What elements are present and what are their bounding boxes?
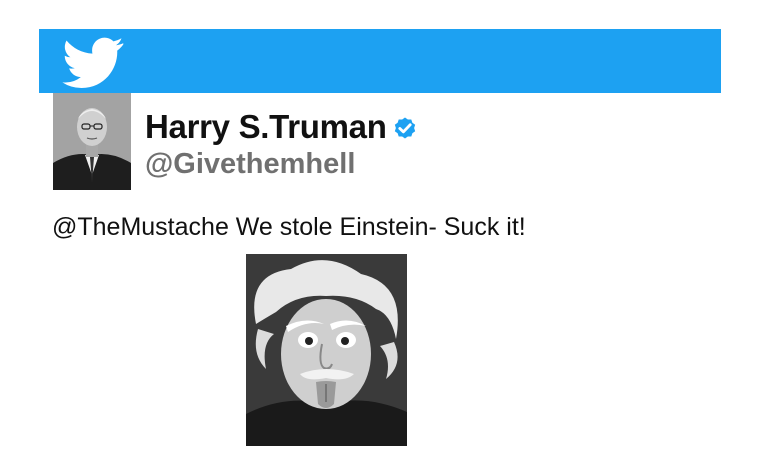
verified-badge-icon xyxy=(394,117,415,139)
profile-display-name[interactable]: Harry S.Truman xyxy=(145,108,387,146)
tweet-media-image[interactable] xyxy=(246,254,407,446)
header-banner xyxy=(39,29,721,93)
twitter-bird-icon[interactable] xyxy=(61,37,125,89)
profile-handle[interactable]: @Givethemhell xyxy=(145,148,355,181)
tweet-text: @TheMustache We stole Einstein- Suck it! xyxy=(52,213,526,241)
name-row: Harry S.Truman xyxy=(145,104,418,150)
profile-avatar[interactable] xyxy=(53,93,131,190)
